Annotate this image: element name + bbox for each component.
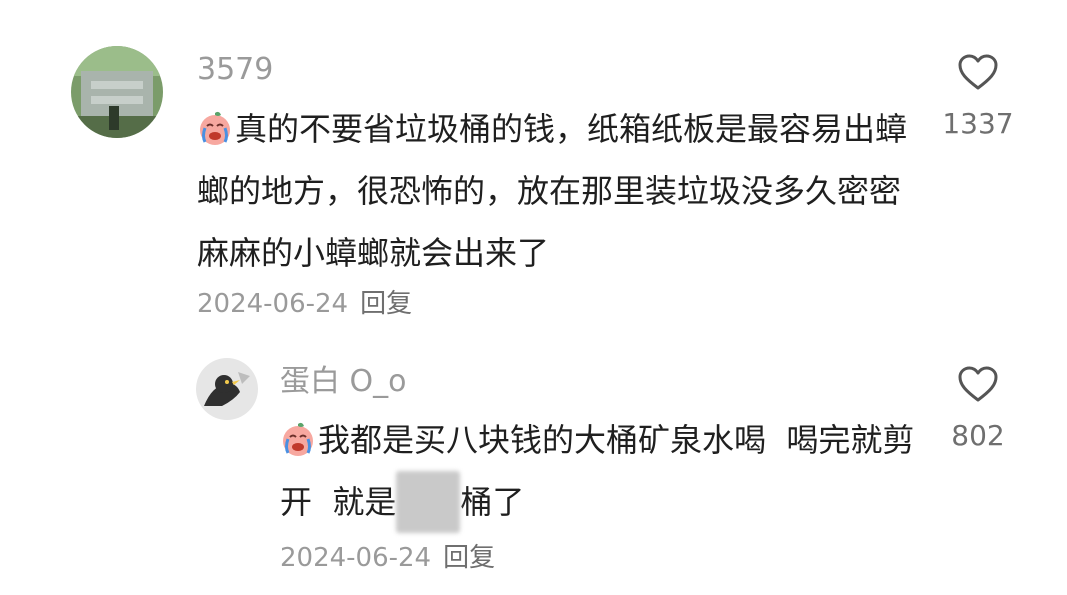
- heart-outline-icon[interactable]: [956, 52, 1000, 92]
- comment-body: 真的不要省垃圾桶的钱，纸箱纸板是最容易出蟑螂的地方，很恐怖的，放在那里装垃圾没多…: [197, 98, 917, 284]
- reply-button[interactable]: 回复: [360, 289, 412, 319]
- comment-meta: 2024-06-24 回复: [280, 540, 495, 576]
- comment-username[interactable]: 3579: [197, 50, 273, 90]
- crying-face-icon: [280, 415, 316, 456]
- like-button[interactable]: 802: [933, 364, 1023, 454]
- avatar[interactable]: [196, 358, 258, 420]
- obscured-text: 垃圾: [396, 471, 461, 533]
- like-count: 802: [951, 419, 1005, 452]
- avatar-illustration: [196, 358, 258, 420]
- like-count: 1337: [942, 107, 1014, 140]
- comment-username[interactable]: 蛋白 O_o: [280, 362, 407, 402]
- avatar-photo: [71, 46, 163, 138]
- avatar[interactable]: [71, 46, 163, 138]
- comment-text-tail: 桶了: [460, 483, 525, 521]
- comment-meta: 2024-06-24 回复: [197, 286, 412, 322]
- heart-outline-icon[interactable]: [956, 364, 1000, 404]
- comment-date: 2024-06-24: [280, 543, 432, 573]
- comment-date: 2024-06-24: [197, 289, 349, 319]
- crying-face-icon: [197, 104, 233, 145]
- like-button[interactable]: 1337: [933, 52, 1023, 142]
- comment-text: 真的不要省垃圾桶的钱，纸箱纸板是最容易出蟑螂的地方，很恐怖的，放在那里装垃圾没多…: [197, 110, 908, 272]
- reply-button[interactable]: 回复: [443, 543, 495, 573]
- comment-text: 我都是买八块钱的大桶矿泉水喝 喝完就剪开 就是: [280, 421, 915, 521]
- comment-body: 我都是买八块钱的大桶矿泉水喝 喝完就剪开 就是垃圾桶了: [280, 409, 920, 533]
